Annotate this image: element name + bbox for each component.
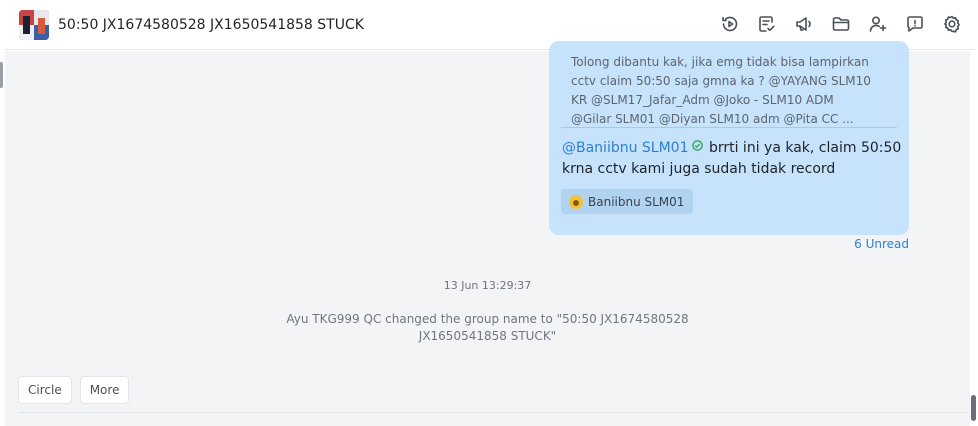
more-button[interactable]: More xyxy=(79,376,130,404)
system-message: Ayu TKG999 QC changed the group name to … xyxy=(5,311,970,345)
folder-icon[interactable] xyxy=(830,13,852,35)
announcement-icon[interactable] xyxy=(793,13,815,35)
timestamp: 13 Jun 13:29:37 xyxy=(443,279,532,292)
add-member-icon[interactable] xyxy=(867,13,889,35)
surprised-emoji-icon xyxy=(569,194,583,209)
collapse-handle[interactable] xyxy=(0,62,3,88)
quoted-message[interactable]: Tolong dibantu kak, jika emg tidak bisa … xyxy=(571,53,881,129)
history-icon[interactable] xyxy=(719,13,741,35)
message-bubble[interactable]: Tolong dibantu kak, jika emg tidak bisa … xyxy=(549,41,909,235)
group-avatar[interactable] xyxy=(19,10,49,40)
verified-check-icon xyxy=(691,137,703,151)
quote-line: cctv claim 50:50 saja gmna ka ? @YAYANG … xyxy=(571,74,871,88)
message-list[interactable]: Tolong dibantu kak, jika emg tidak bisa … xyxy=(5,41,970,426)
system-message-line: Ayu TKG999 QC changed the group name to … xyxy=(286,312,689,326)
settings-icon[interactable] xyxy=(941,13,963,35)
group-title[interactable]: 50:50 JX1674580528 JX1650541858 STUCK xyxy=(58,15,364,35)
system-message-line: JX1650541858 STUCK" xyxy=(418,329,557,343)
scrollbar-track[interactable] xyxy=(970,51,978,426)
circle-button[interactable]: Circle xyxy=(18,376,72,404)
mention-link[interactable]: @Baniibnu SLM01 xyxy=(562,140,689,156)
unread-count[interactable]: 6 Unread xyxy=(854,237,909,251)
reaction-user: Baniibnu SLM01 xyxy=(588,194,685,209)
chat-bubble-icon[interactable] xyxy=(904,13,926,35)
message-text: @Baniibnu SLM01 brrti ini ya kak, claim … xyxy=(562,137,902,180)
composer-divider xyxy=(18,412,968,413)
task-edit-icon[interactable] xyxy=(756,13,778,35)
scrollbar-thumb[interactable] xyxy=(971,395,976,421)
quote-line: KR @SLM17_Jafar_Adm @Joko - SLM10 ADM xyxy=(571,93,834,107)
quote-line: Tolong dibantu kak, jika emg tidak bisa … xyxy=(571,55,869,69)
quote-divider xyxy=(561,127,897,128)
quick-actions: Circle More xyxy=(18,376,130,404)
header-toolbar xyxy=(719,13,963,37)
reaction-chip[interactable]: Baniibnu SLM01 xyxy=(561,189,694,214)
